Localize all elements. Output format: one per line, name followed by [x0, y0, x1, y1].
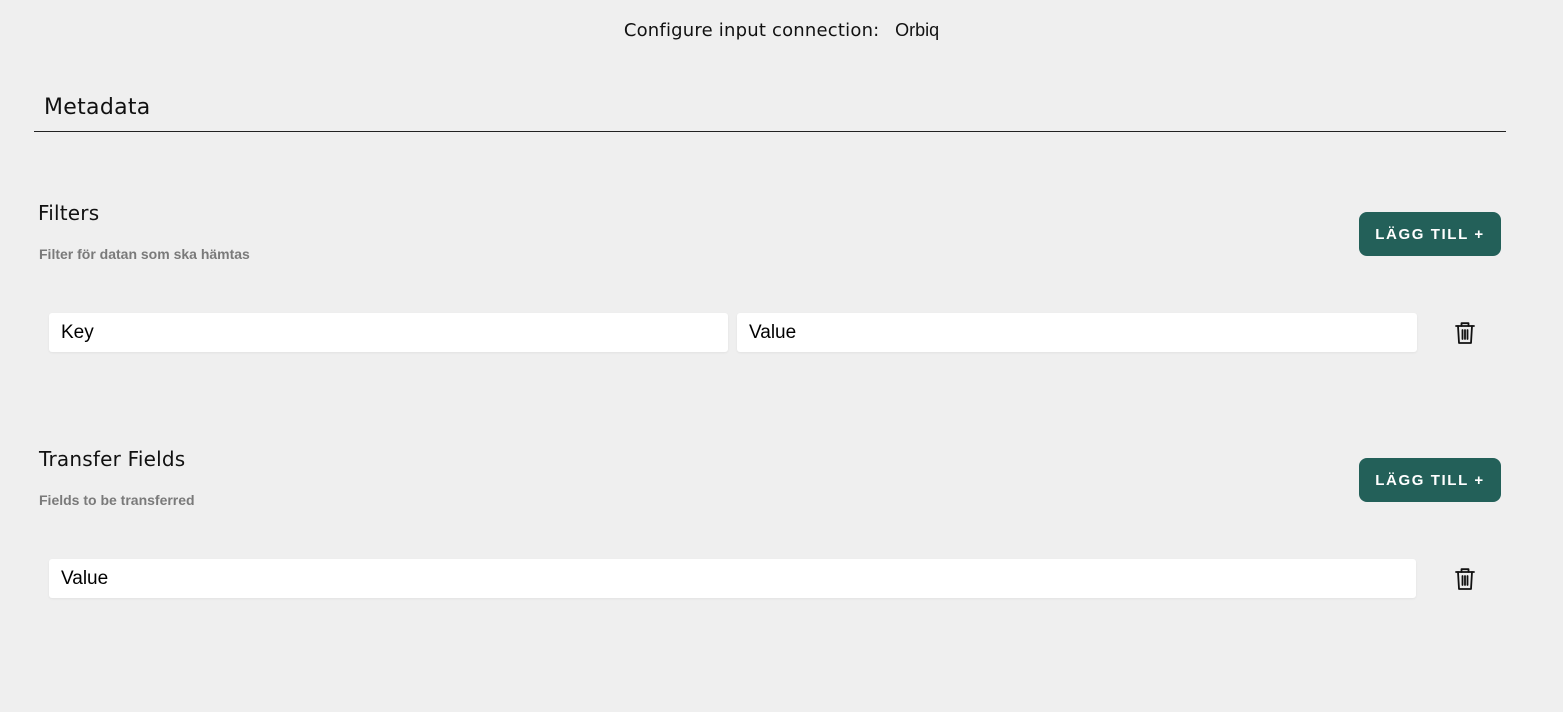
filters-add-button[interactable]: LÄGG TILL + [1359, 212, 1501, 256]
page-header: Configure input connection: Orbiq [0, 20, 1563, 41]
filter-value-input[interactable] [737, 313, 1417, 352]
connection-name: Orbiq [895, 20, 940, 40]
transfer-fields-subtitle: Fields to be transferred [39, 492, 195, 508]
header-label: Configure input connection: [623, 20, 880, 41]
filters-subtitle: Filter för datan som ska hämtas [39, 246, 250, 262]
transfer-fields-add-button[interactable]: LÄGG TILL + [1359, 458, 1501, 502]
trash-icon [1455, 568, 1475, 590]
trash-icon [1455, 322, 1475, 344]
transfer-field-value-input[interactable] [49, 559, 1416, 598]
filter-key-input[interactable] [49, 313, 728, 352]
filters-title: Filters [38, 201, 100, 225]
section-divider [34, 131, 1506, 132]
metadata-title: Metadata [44, 95, 151, 120]
transfer-field-delete-button[interactable] [1453, 566, 1477, 592]
transfer-fields-title: Transfer Fields [39, 447, 186, 471]
filter-delete-button[interactable] [1453, 320, 1477, 346]
